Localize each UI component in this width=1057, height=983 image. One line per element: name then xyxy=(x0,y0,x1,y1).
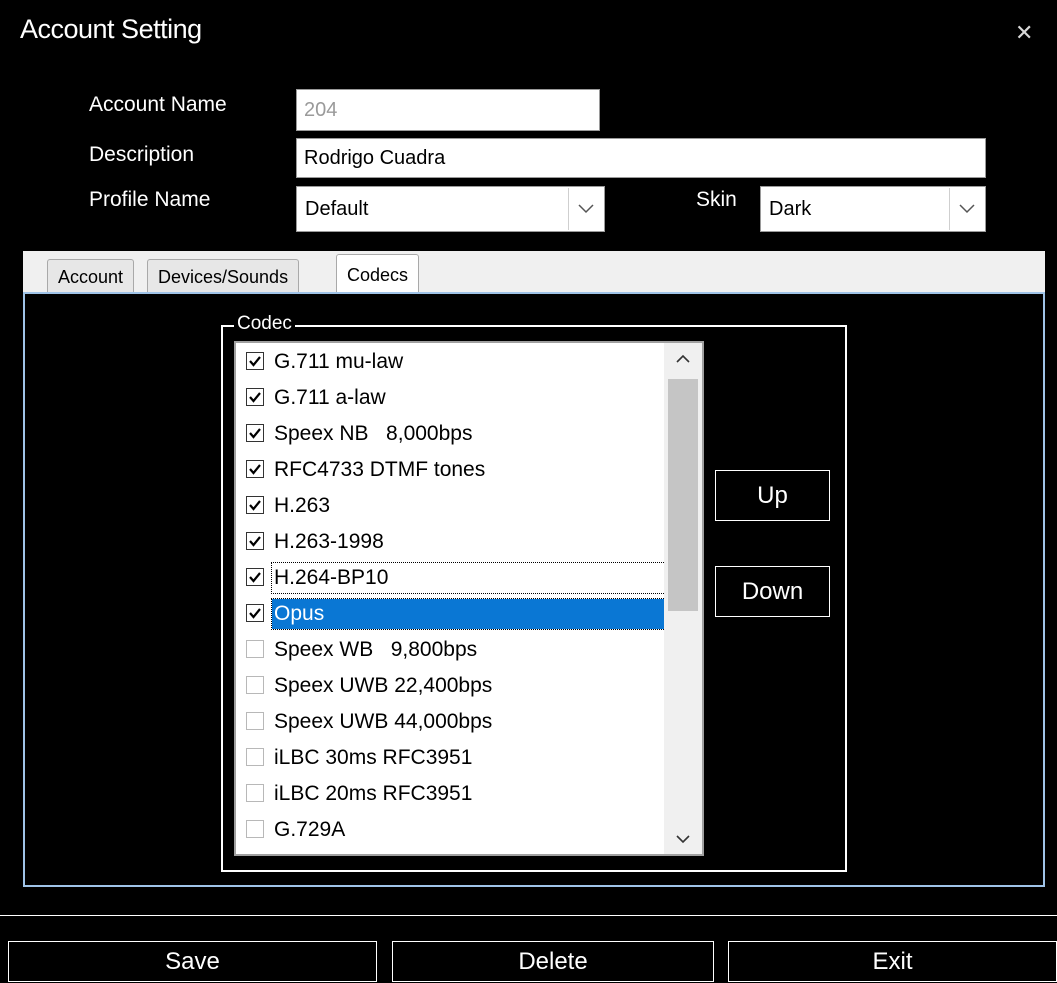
codec-checkbox[interactable] xyxy=(246,784,264,802)
codec-list-item[interactable]: G.729A xyxy=(242,815,672,845)
profile-name-label: Profile Name xyxy=(89,188,211,211)
codec-label: G.711 a-law xyxy=(274,386,386,409)
footer-divider xyxy=(0,915,1057,916)
chevron-down-icon[interactable] xyxy=(949,188,984,230)
check-icon xyxy=(249,536,261,547)
codec-label: G.729A xyxy=(274,818,346,841)
codec-list-item[interactable]: H.264-BP10 xyxy=(242,562,672,594)
skin-select[interactable]: Dark xyxy=(760,186,986,232)
profile-name-value: Default xyxy=(305,198,369,220)
exit-button[interactable]: Exit xyxy=(728,941,1057,982)
check-icon xyxy=(249,464,261,475)
codec-list-item[interactable]: G.711 mu-law xyxy=(242,347,672,377)
codec-checkbox[interactable] xyxy=(246,424,264,442)
check-icon xyxy=(249,356,261,367)
codec-label: iLBC 20ms RFC3951 xyxy=(274,782,473,805)
check-icon xyxy=(249,500,261,511)
account-name-label: Account Name xyxy=(89,93,227,116)
codec-checkbox[interactable] xyxy=(246,604,264,622)
skin-label: Skin xyxy=(696,188,737,211)
description-label: Description xyxy=(89,143,195,166)
delete-button[interactable]: Delete xyxy=(392,941,714,982)
codec-checkbox[interactable] xyxy=(246,748,264,766)
codec-group-label: Codec xyxy=(234,313,295,335)
codec-label: H.264-BP10 xyxy=(271,562,666,594)
close-icon[interactable]: ✕ xyxy=(1015,20,1033,46)
codec-checkbox[interactable] xyxy=(246,496,264,514)
codec-checkbox[interactable] xyxy=(246,712,264,730)
codec-list-item[interactable]: RFC4733 DTMF tones xyxy=(242,455,672,485)
codec-label: iLBC 30ms RFC3951 xyxy=(274,746,473,769)
scrollbar-thumb[interactable] xyxy=(668,379,698,611)
codec-label: Opus xyxy=(271,598,666,630)
codec-checkbox[interactable] xyxy=(246,640,264,658)
check-icon xyxy=(249,392,261,403)
codec-list-item[interactable]: Speex UWB 22,400bps xyxy=(242,671,672,701)
chevron-down-icon[interactable] xyxy=(568,188,603,230)
description-field[interactable] xyxy=(296,138,986,178)
profile-name-select[interactable]: Default xyxy=(296,186,605,232)
chevron-up-icon[interactable] xyxy=(664,343,702,373)
codec-list-item[interactable]: Speex UWB 44,000bps xyxy=(242,707,672,737)
codec-checkbox[interactable] xyxy=(246,460,264,478)
codec-label: Speex WB 9,800bps xyxy=(274,638,478,661)
move-up-button[interactable]: Up xyxy=(715,470,830,521)
codec-list[interactable]: G.711 mu-law G.711 a-law Speex NB 8,000bps… xyxy=(234,341,704,856)
codec-label: H.263 xyxy=(274,494,331,517)
tab-codecs[interactable]: Codecs xyxy=(336,254,420,294)
codec-list-item[interactable]: Speex NB 8,000bps xyxy=(242,419,672,449)
codec-list-item[interactable]: Opus xyxy=(242,598,672,630)
codec-checkbox[interactable] xyxy=(246,568,264,586)
codec-checkbox[interactable] xyxy=(246,820,264,838)
codec-list-item[interactable]: H.263-1998 xyxy=(242,527,672,557)
codec-label: RFC4733 DTMF tones xyxy=(274,458,486,481)
codec-checkbox[interactable] xyxy=(246,532,264,550)
codec-list-item[interactable]: Speex WB 9,800bps xyxy=(242,635,672,665)
codec-list-scrollbar[interactable] xyxy=(664,343,702,854)
codec-checkbox[interactable] xyxy=(246,676,264,694)
codec-label: Speex UWB 22,400bps xyxy=(274,674,493,697)
skin-value: Dark xyxy=(769,198,812,220)
chevron-down-icon[interactable] xyxy=(664,824,702,854)
save-button[interactable]: Save xyxy=(8,941,377,982)
window-title: Account Setting xyxy=(20,14,202,44)
check-icon xyxy=(249,608,261,619)
account-name-field[interactable] xyxy=(296,89,600,131)
check-icon xyxy=(249,428,261,439)
codec-label: H.263-1998 xyxy=(274,530,384,553)
codec-list-item[interactable]: G.711 a-law xyxy=(242,383,672,413)
codec-list-item[interactable]: iLBC 20ms RFC3951 xyxy=(242,779,672,809)
codec-label: Speex NB 8,000bps xyxy=(274,422,473,445)
codec-list-item[interactable]: iLBC 30ms RFC3951 xyxy=(242,743,672,773)
codec-checkbox[interactable] xyxy=(246,388,264,406)
codec-checkbox[interactable] xyxy=(246,352,264,370)
move-down-button[interactable]: Down xyxy=(715,566,830,617)
account-setting-window: Account Setting ✕ Account Name Descripti… xyxy=(0,0,1057,983)
tab-strip: Account Devices/Sounds Codecs xyxy=(23,251,1045,294)
check-icon xyxy=(249,572,261,583)
codec-label: Speex UWB 44,000bps xyxy=(274,710,493,733)
tab-account[interactable]: Account xyxy=(47,259,135,293)
codec-label: G.711 mu-law xyxy=(274,350,404,373)
codec-list-item[interactable]: H.263 xyxy=(242,491,672,521)
tab-devices-sounds[interactable]: Devices/Sounds xyxy=(147,259,300,293)
